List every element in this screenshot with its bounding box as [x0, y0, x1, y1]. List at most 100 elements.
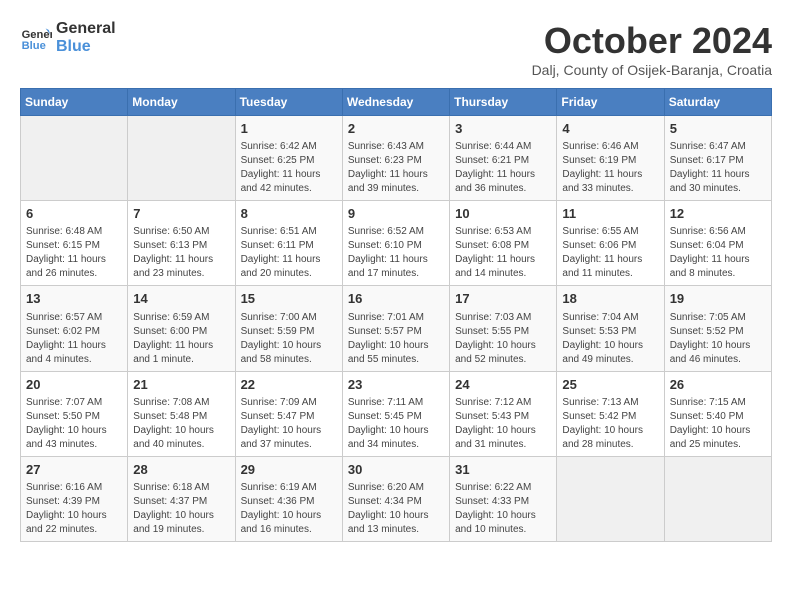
- day-number: 8: [241, 205, 337, 223]
- day-content: Sunrise: 7:07 AM Sunset: 5:50 PM Dayligh…: [26, 396, 122, 452]
- calendar-cell: 3 Sunrise: 6:44 AM Sunset: 6:21 PM Daylig…: [450, 116, 557, 201]
- page-header: General Blue General Blue October 2024 D…: [20, 20, 772, 78]
- logo-blue: Blue: [56, 38, 116, 56]
- calendar-cell: 28 Sunrise: 6:18 AM Sunset: 4:37 PM Dayli…: [128, 456, 235, 541]
- calendar-cell: 20 Sunrise: 7:07 AM Sunset: 5:50 PM Dayli…: [21, 371, 128, 456]
- header-day-monday: Monday: [128, 89, 235, 116]
- day-number: 31: [455, 461, 551, 479]
- day-content: Sunrise: 7:01 AM Sunset: 5:57 PM Dayligh…: [348, 311, 444, 367]
- header-day-sunday: Sunday: [21, 89, 128, 116]
- day-content: Sunrise: 6:48 AM Sunset: 6:15 PM Dayligh…: [26, 225, 122, 281]
- calendar-cell: 10Sunrise: 6:53 AM Sunset: 6:08 PM Dayli…: [450, 201, 557, 286]
- calendar-cell: 24 Sunrise: 7:12 AM Sunset: 5:43 PM Dayli…: [450, 371, 557, 456]
- calendar-cell: 13Sunrise: 6:57 AM Sunset: 6:02 PM Dayli…: [21, 286, 128, 371]
- day-content: Sunrise: 6:50 AM Sunset: 6:13 PM Dayligh…: [133, 225, 229, 281]
- calendar-week-3: 13Sunrise: 6:57 AM Sunset: 6:02 PM Dayli…: [21, 286, 772, 371]
- day-number: 1: [241, 120, 337, 138]
- day-content: Sunrise: 6:22 AM Sunset: 4:33 PM Dayligh…: [455, 481, 551, 537]
- day-content: Sunrise: 6:44 AM Sunset: 6:21 PM Dayligh…: [455, 140, 551, 196]
- calendar-cell: 4Sunrise: 6:46 AM Sunset: 6:19 PM Daylig…: [557, 116, 664, 201]
- day-content: Sunrise: 6:56 AM Sunset: 6:04 PM Dayligh…: [670, 225, 766, 281]
- calendar-cell: 12 Sunrise: 6:56 AM Sunset: 6:04 PM Dayli…: [664, 201, 771, 286]
- day-number: 3: [455, 120, 551, 138]
- day-number: 16: [348, 290, 444, 308]
- calendar-cell: 25Sunrise: 7:13 AM Sunset: 5:42 PM Dayli…: [557, 371, 664, 456]
- calendar-cell: 21 Sunrise: 7:08 AM Sunset: 5:48 PM Dayli…: [128, 371, 235, 456]
- calendar-cell: 16 Sunrise: 7:01 AM Sunset: 5:57 PM Dayli…: [342, 286, 449, 371]
- calendar-cell: 18Sunrise: 7:04 AM Sunset: 5:53 PM Dayli…: [557, 286, 664, 371]
- calendar-week-5: 27Sunrise: 6:16 AM Sunset: 4:39 PM Dayli…: [21, 456, 772, 541]
- day-number: 24: [455, 376, 551, 394]
- header-day-wednesday: Wednesday: [342, 89, 449, 116]
- day-content: Sunrise: 7:03 AM Sunset: 5:55 PM Dayligh…: [455, 311, 551, 367]
- calendar-cell: 31 Sunrise: 6:22 AM Sunset: 4:33 PM Dayli…: [450, 456, 557, 541]
- day-content: Sunrise: 6:51 AM Sunset: 6:11 PM Dayligh…: [241, 225, 337, 281]
- day-content: Sunrise: 7:05 AM Sunset: 5:52 PM Dayligh…: [670, 311, 766, 367]
- day-content: Sunrise: 6:47 AM Sunset: 6:17 PM Dayligh…: [670, 140, 766, 196]
- calendar-cell: 9 Sunrise: 6:52 AM Sunset: 6:10 PM Daylig…: [342, 201, 449, 286]
- calendar-cell: [557, 456, 664, 541]
- day-number: 5: [670, 120, 766, 138]
- header-day-friday: Friday: [557, 89, 664, 116]
- calendar-cell: 7 Sunrise: 6:50 AM Sunset: 6:13 PM Daylig…: [128, 201, 235, 286]
- day-number: 6: [26, 205, 122, 223]
- day-number: 15: [241, 290, 337, 308]
- day-content: Sunrise: 6:18 AM Sunset: 4:37 PM Dayligh…: [133, 481, 229, 537]
- day-number: 12: [670, 205, 766, 223]
- calendar-cell: 1Sunrise: 6:42 AM Sunset: 6:25 PM Daylig…: [235, 116, 342, 201]
- day-content: Sunrise: 7:08 AM Sunset: 5:48 PM Dayligh…: [133, 396, 229, 452]
- calendar-week-4: 20 Sunrise: 7:07 AM Sunset: 5:50 PM Dayli…: [21, 371, 772, 456]
- day-number: 23: [348, 376, 444, 394]
- day-number: 13: [26, 290, 122, 308]
- calendar-cell: 11 Sunrise: 6:55 AM Sunset: 6:06 PM Dayli…: [557, 201, 664, 286]
- calendar-cell: 6 Sunrise: 6:48 AM Sunset: 6:15 PM Daylig…: [21, 201, 128, 286]
- day-content: Sunrise: 7:09 AM Sunset: 5:47 PM Dayligh…: [241, 396, 337, 452]
- calendar-cell: [21, 116, 128, 201]
- calendar-cell: 26Sunrise: 7:15 AM Sunset: 5:40 PM Dayli…: [664, 371, 771, 456]
- calendar-cell: 5 Sunrise: 6:47 AM Sunset: 6:17 PM Daylig…: [664, 116, 771, 201]
- day-number: 19: [670, 290, 766, 308]
- day-number: 7: [133, 205, 229, 223]
- title-block: October 2024 Dalj, County of Osijek-Bara…: [532, 20, 772, 78]
- day-number: 2: [348, 120, 444, 138]
- header-day-saturday: Saturday: [664, 89, 771, 116]
- calendar-cell: 14 Sunrise: 6:59 AM Sunset: 6:00 PM Dayli…: [128, 286, 235, 371]
- day-number: 30: [348, 461, 444, 479]
- day-content: Sunrise: 7:04 AM Sunset: 5:53 PM Dayligh…: [562, 311, 658, 367]
- day-content: Sunrise: 7:00 AM Sunset: 5:59 PM Dayligh…: [241, 311, 337, 367]
- day-number: 9: [348, 205, 444, 223]
- day-content: Sunrise: 7:13 AM Sunset: 5:42 PM Dayligh…: [562, 396, 658, 452]
- header-day-tuesday: Tuesday: [235, 89, 342, 116]
- day-content: Sunrise: 6:16 AM Sunset: 4:39 PM Dayligh…: [26, 481, 122, 537]
- day-content: Sunrise: 6:55 AM Sunset: 6:06 PM Dayligh…: [562, 225, 658, 281]
- day-content: Sunrise: 7:12 AM Sunset: 5:43 PM Dayligh…: [455, 396, 551, 452]
- day-number: 28: [133, 461, 229, 479]
- day-number: 20: [26, 376, 122, 394]
- calendar-cell: 8 Sunrise: 6:51 AM Sunset: 6:11 PM Daylig…: [235, 201, 342, 286]
- calendar-table: SundayMondayTuesdayWednesdayThursdayFrid…: [20, 88, 772, 542]
- day-number: 10: [455, 205, 551, 223]
- calendar-header-row: SundayMondayTuesdayWednesdayThursdayFrid…: [21, 89, 772, 116]
- day-number: 11: [562, 205, 658, 223]
- day-number: 21: [133, 376, 229, 394]
- calendar-cell: 2Sunrise: 6:43 AM Sunset: 6:23 PM Daylig…: [342, 116, 449, 201]
- calendar-cell: [664, 456, 771, 541]
- day-content: Sunrise: 6:52 AM Sunset: 6:10 PM Dayligh…: [348, 225, 444, 281]
- calendar-cell: 15 Sunrise: 7:00 AM Sunset: 5:59 PM Dayli…: [235, 286, 342, 371]
- logo-general: General: [56, 20, 116, 38]
- calendar-cell: 30Sunrise: 6:20 AM Sunset: 4:34 PM Dayli…: [342, 456, 449, 541]
- calendar-week-1: 1Sunrise: 6:42 AM Sunset: 6:25 PM Daylig…: [21, 116, 772, 201]
- calendar-cell: 17 Sunrise: 7:03 AM Sunset: 5:55 PM Dayli…: [450, 286, 557, 371]
- logo-icon: General Blue: [20, 22, 52, 54]
- calendar-cell: 22Sunrise: 7:09 AM Sunset: 5:47 PM Dayli…: [235, 371, 342, 456]
- svg-text:Blue: Blue: [22, 40, 46, 52]
- calendar-cell: [128, 116, 235, 201]
- day-number: 14: [133, 290, 229, 308]
- calendar-cell: 23Sunrise: 7:11 AM Sunset: 5:45 PM Dayli…: [342, 371, 449, 456]
- location-subtitle: Dalj, County of Osijek-Baranja, Croatia: [532, 62, 772, 78]
- day-number: 29: [241, 461, 337, 479]
- day-number: 17: [455, 290, 551, 308]
- day-number: 4: [562, 120, 658, 138]
- month-title: October 2024: [532, 20, 772, 62]
- day-content: Sunrise: 6:59 AM Sunset: 6:00 PM Dayligh…: [133, 311, 229, 367]
